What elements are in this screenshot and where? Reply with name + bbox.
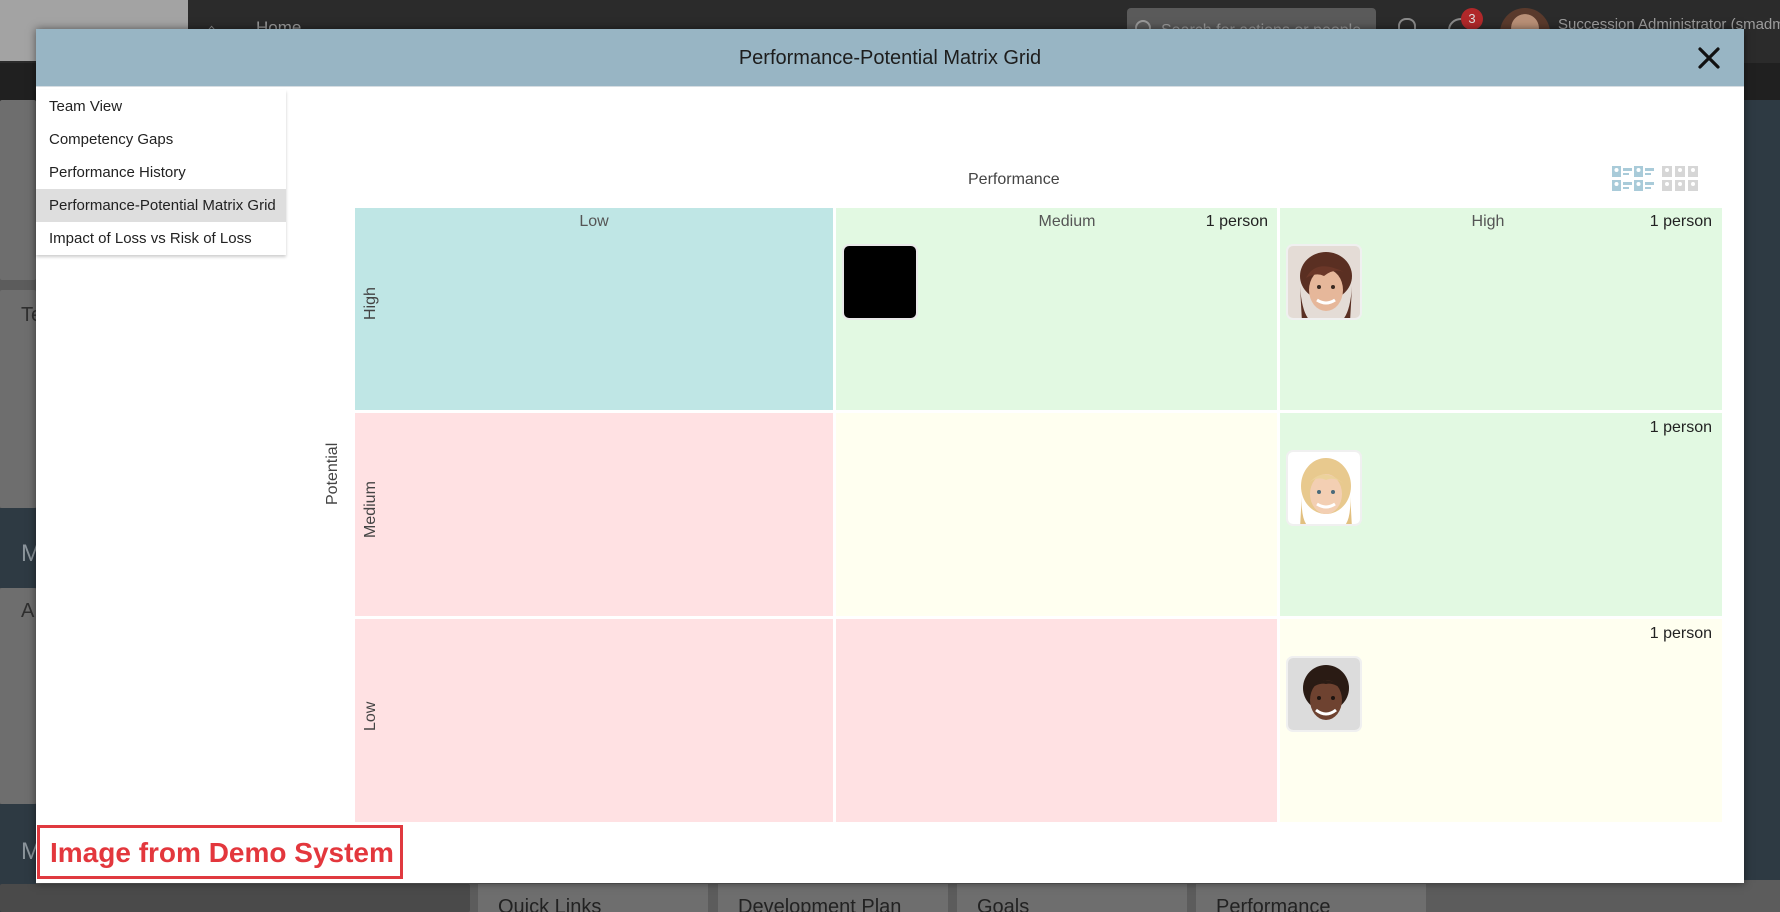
matrix-grid-dialog: Performance-Potential Matrix Grid Team V… — [36, 29, 1744, 883]
grid-view-icon — [1662, 166, 1698, 191]
employee-avatar-icon — [1288, 452, 1360, 524]
matrix-cell-medium-potential-medium-performance[interactable] — [836, 413, 1277, 616]
cell-count: 1 person — [1649, 625, 1712, 642]
notification-badge: 3 — [1461, 8, 1483, 30]
nav-item-team-view[interactable]: Team View — [36, 90, 286, 123]
cell-count: 1 person — [1205, 213, 1268, 230]
matrix-cell-high-potential-low-performance[interactable] — [355, 208, 833, 410]
list-view-icon — [1612, 166, 1654, 191]
nav-item-competency-gaps[interactable]: Competency Gaps — [36, 123, 286, 156]
employee-avatar-icon — [1288, 658, 1360, 730]
cell-count: 1 person — [1649, 213, 1712, 230]
employee-avatar-icon — [1288, 246, 1360, 318]
matrix-cell-medium-potential-low-performance[interactable] — [355, 413, 833, 616]
potential-axis-label: Potential — [324, 442, 341, 505]
row-label-high: High — [362, 287, 379, 320]
demo-system-watermark: Image from Demo System — [37, 825, 403, 879]
background-tab-goals: Goals — [957, 884, 1187, 912]
side-navigation: Team View Competency Gaps Performance Hi… — [36, 90, 286, 255]
employee-photo[interactable] — [1286, 244, 1362, 320]
background-card — [0, 100, 36, 280]
background-tab-development-plan: Development Plan — [718, 884, 948, 912]
employee-photo-placeholder[interactable] — [842, 244, 918, 320]
column-label-low: Low — [579, 213, 609, 230]
employee-photo[interactable] — [1286, 450, 1362, 526]
matrix-cell-low-potential-low-performance[interactable] — [355, 619, 833, 822]
row-label-low: Low — [362, 701, 379, 731]
dialog-title: Performance-Potential Matrix Grid — [738, 47, 1042, 69]
dialog-header: Performance-Potential Matrix Grid — [36, 29, 1744, 87]
background-card-title: A — [21, 600, 35, 622]
row-label-medium: Medium — [362, 481, 379, 538]
employee-photo[interactable] — [1286, 656, 1362, 732]
list-view-button[interactable] — [1612, 165, 1654, 198]
close-icon — [1698, 47, 1720, 69]
background-panel — [1744, 100, 1780, 880]
nav-item-performance-potential-matrix[interactable]: Performance-Potential Matrix Grid — [36, 189, 286, 222]
background-tab-performance: Performance — [1196, 884, 1426, 912]
background-image-card — [0, 884, 470, 912]
cell-count: 1 person — [1649, 419, 1712, 436]
demo-system-watermark-text: Image from Demo System — [50, 837, 394, 868]
nav-item-performance-history[interactable]: Performance History — [36, 156, 286, 189]
nav-item-impact-of-loss[interactable]: Impact of Loss vs Risk of Loss — [36, 222, 286, 255]
grid-view-button[interactable] — [1662, 165, 1698, 198]
close-button[interactable] — [1694, 43, 1724, 73]
matrix-cell-low-potential-medium-performance[interactable] — [836, 619, 1277, 822]
background-tab-quick-links: Quick Links — [478, 884, 708, 912]
performance-axis-label: Performance — [968, 171, 1060, 188]
